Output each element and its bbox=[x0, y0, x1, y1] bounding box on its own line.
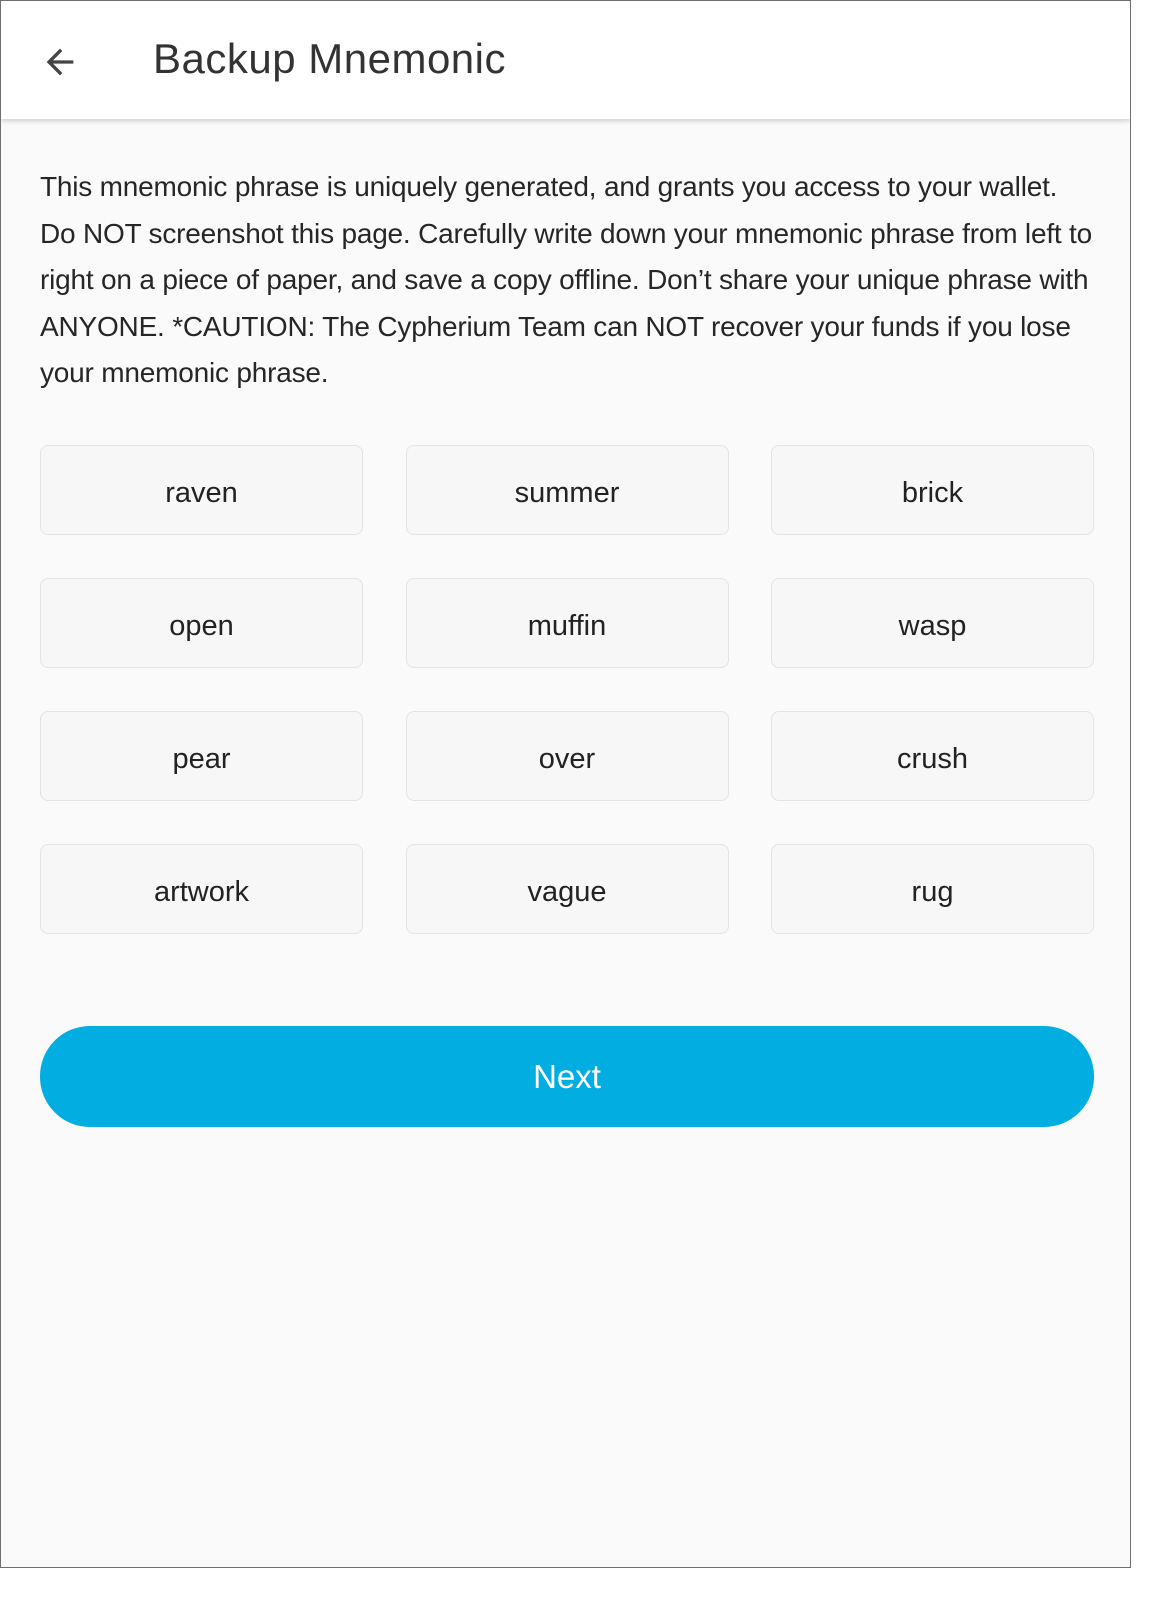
mnemonic-word: muffin bbox=[405, 578, 729, 668]
mnemonic-word: raven bbox=[40, 445, 363, 535]
mnemonic-word: brick bbox=[771, 445, 1094, 535]
mnemonic-word-grid: raven summer brick open muffin wasp pear… bbox=[40, 445, 1094, 934]
mnemonic-word: artwork bbox=[40, 844, 363, 934]
app-bar: Backup Mnemonic bbox=[1, 1, 1130, 119]
page-title: Backup Mnemonic bbox=[153, 35, 506, 82]
mnemonic-word: pear bbox=[40, 711, 363, 801]
mnemonic-warning-text: This mnemonic phrase is uniquely generat… bbox=[40, 171, 1093, 388]
mnemonic-word: open bbox=[40, 578, 363, 668]
mnemonic-word: over bbox=[405, 711, 729, 801]
mnemonic-word: summer bbox=[405, 445, 729, 535]
next-button[interactable]: Next bbox=[40, 1026, 1094, 1127]
mnemonic-word: rug bbox=[771, 844, 1094, 934]
mnemonic-word: wasp bbox=[771, 578, 1094, 668]
arrow-left-icon bbox=[46, 48, 74, 76]
back-button[interactable] bbox=[37, 39, 83, 85]
backup-mnemonic-screen: Backup Mnemonic This mnemonic phrase is … bbox=[0, 0, 1131, 1568]
mnemonic-word: vague bbox=[405, 844, 729, 934]
mnemonic-word: crush bbox=[771, 711, 1094, 801]
